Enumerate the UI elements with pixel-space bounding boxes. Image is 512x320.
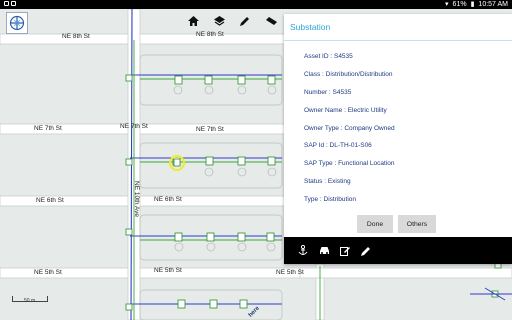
street-label-ne8-b: NE 8th St [196, 31, 224, 38]
battery-level: 61% [452, 1, 467, 8]
notification-icons [4, 0, 16, 9]
substation-panel: Substation Asset ID : S4535 Class : Dist… [284, 14, 512, 264]
home-button[interactable] [180, 13, 206, 29]
street-label-ne7-b: NE 7th St [120, 123, 148, 130]
street-label-ne6-b: NE 6th St [154, 196, 182, 203]
edit-record-button[interactable] [339, 245, 351, 257]
anchor-icon [298, 245, 308, 255]
app-logo[interactable] [6, 12, 28, 34]
pen-button[interactable] [360, 245, 372, 257]
field-owner-type: Owner Type : Company Owned [304, 124, 395, 132]
street-label-ave: NE 10th Ave [133, 181, 140, 218]
field-type: Type : Distribution [304, 196, 357, 204]
wifi-icon: ▾ [445, 1, 449, 8]
logo-icon [9, 15, 25, 31]
car-button[interactable] [318, 245, 330, 257]
street-label-ne6: NE 6th St [36, 197, 64, 204]
field-sap-id: SAP Id : DL-TH-01-S06 [304, 142, 372, 150]
pen-icon [361, 246, 370, 256]
street-label-ne7-c: NE 7th St [196, 126, 224, 133]
car-icon [319, 247, 329, 254]
field-number: Number : S4535 [304, 88, 352, 96]
ruler-icon [265, 17, 277, 25]
scale-label: 50 m [24, 298, 36, 304]
measure-button[interactable] [258, 13, 284, 29]
street-label-ne7: NE 7th St [34, 125, 62, 132]
field-sap-type: SAP Type : Functional Location [304, 160, 395, 168]
edit-icon [340, 246, 350, 256]
clock: 10:57 AM [478, 1, 508, 8]
done-button[interactable]: Done [357, 215, 393, 233]
field-owner-name: Owner Name : Electric Utility [304, 106, 387, 114]
street-label-ne5-b: NE 5th St [154, 267, 182, 274]
map-toolbar [180, 13, 284, 29]
edit-button[interactable] [232, 13, 258, 29]
panel-footer [284, 237, 512, 264]
field-status: Status : Existing [304, 178, 351, 186]
layers-icon [213, 15, 225, 26]
field-list: Asset ID : S4535 Class : Distribution/Di… [284, 41, 512, 209]
field-class: Class : Distribution/Distribution [304, 70, 393, 78]
street-label-ne5: NE 5th St [34, 269, 62, 276]
street-label-ne8: NE 8th St [62, 33, 90, 40]
battery-icon: ▮ [470, 1, 475, 8]
panel-title: Substation [284, 14, 512, 41]
status-bar: ▾ 61% ▮ 10:57 AM [0, 0, 512, 9]
street-label-ne5-c: NE 5th St [276, 269, 304, 276]
anchor-button[interactable] [297, 245, 309, 257]
others-button[interactable]: Others [398, 215, 436, 233]
pencil-icon [240, 17, 249, 26]
field-asset-id: Asset ID : S4535 [304, 53, 353, 60]
layers-button[interactable] [206, 13, 232, 29]
home-icon [187, 16, 199, 26]
